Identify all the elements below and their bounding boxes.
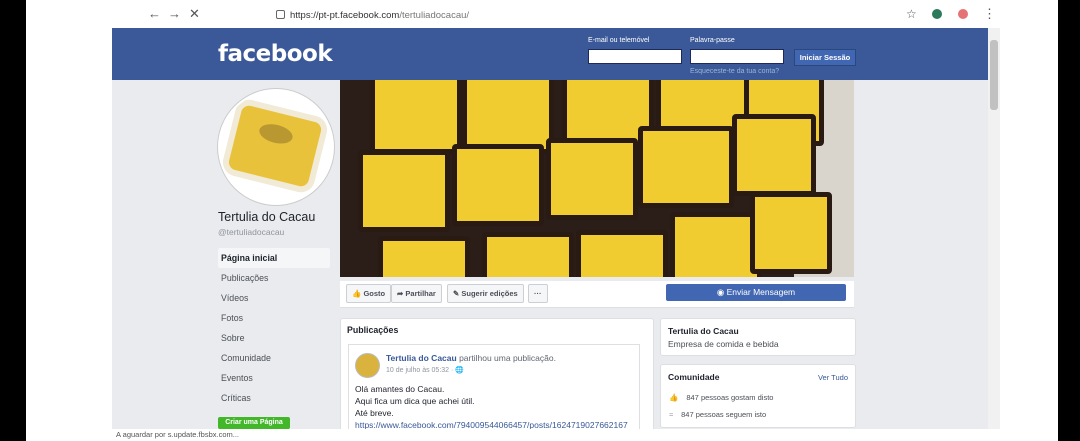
post-header: Tertulia do Cacau partilhou uma publicaç… <box>386 353 556 363</box>
globe-icon: 🌐 <box>455 367 464 374</box>
cake-square <box>370 80 462 154</box>
address-bar[interactable]: https://pt-pt.facebook.com/tertuliadocac… <box>290 10 469 21</box>
likes-count: 847 pessoas gostam disto <box>686 393 774 402</box>
cake-square <box>576 230 668 277</box>
menu-icon[interactable]: ⋮ <box>983 7 996 21</box>
post-verb: partilhou uma publicação. <box>459 353 556 363</box>
nav-item-photos[interactable]: Fotos <box>218 308 330 328</box>
cake-square <box>482 232 574 277</box>
follows-row: ≈847 pessoas seguem isto <box>669 410 766 419</box>
nav-item-events[interactable]: Eventos <box>218 368 330 388</box>
cake-square <box>750 192 832 274</box>
posts-title: Publicações <box>347 325 399 335</box>
url-main: https://pt-pt.facebook.com <box>290 10 400 21</box>
like-icon: 👍 <box>669 393 679 402</box>
cake-square <box>358 150 450 232</box>
see-all-link[interactable]: Ver Tudo <box>818 373 848 382</box>
url-path: /tertuliadocacau/ <box>399 10 470 21</box>
post: Tertulia do Cacau partilhou uma publicaç… <box>348 344 640 431</box>
like-button[interactable]: 👍 Gosto <box>346 284 392 303</box>
cover-photo[interactable] <box>340 80 854 277</box>
nav-item-about[interactable]: Sobre <box>218 328 330 348</box>
post-body: Olá amantes do Cacau. Aqui fica um dica … <box>355 383 628 431</box>
share-button[interactable]: ➦ Partilhar <box>391 284 442 303</box>
cake-square <box>546 138 638 220</box>
post-author[interactable]: Tertulia do Cacau <box>386 353 457 363</box>
follows-count: 847 pessoas seguem isto <box>681 410 767 419</box>
post-line-1: Olá amantes do Cacau. <box>355 384 445 394</box>
community-title: Comunidade <box>668 372 720 382</box>
cake-square <box>462 80 554 154</box>
messenger-icon: ◉ <box>716 287 725 297</box>
send-message-label: Enviar Mensagem <box>726 287 796 297</box>
facebook-header: facebook E-mail ou telemóvel Palavra-pas… <box>112 28 988 80</box>
extension-icon[interactable] <box>932 9 942 19</box>
scrollbar-thumb[interactable] <box>990 40 998 110</box>
status-bar: A aguardar por s.update.fbsbx.com... <box>112 429 1000 441</box>
lock-icon <box>276 10 285 19</box>
scrollbar[interactable] <box>988 28 1000 441</box>
community-card: Comunidade Ver Tudo 👍 847 pessoas gostam … <box>660 364 856 428</box>
profile-icon[interactable] <box>958 9 968 19</box>
page-viewport: facebook E-mail ou telemóvel Palavra-pas… <box>112 28 988 431</box>
star-icon[interactable]: ☆ <box>906 7 917 21</box>
cake-square <box>638 126 734 208</box>
create-page-button[interactable]: Criar uma Página <box>218 417 290 429</box>
like-label: Gosto <box>363 289 386 298</box>
share-icon: ➦ <box>397 289 404 298</box>
nav-item-reviews[interactable]: Críticas <box>218 388 330 408</box>
suggest-edits-label: Sugerir edições <box>461 289 518 298</box>
nav-item-videos[interactable]: Vídeos <box>218 288 330 308</box>
facebook-logo[interactable]: facebook <box>218 41 333 67</box>
cake-square <box>452 144 544 226</box>
login-button[interactable]: Iniciar Sessão <box>794 49 856 66</box>
about-name[interactable]: Tertulia do Cacau <box>668 326 739 336</box>
more-button[interactable]: ··· <box>528 284 548 303</box>
like-icon: 👍 <box>352 289 362 298</box>
page-action-bar: 👍 Gosto ➦ Partilhar ✎ Sugerir edições ··… <box>340 281 854 308</box>
avatar[interactable] <box>218 89 334 205</box>
send-message-button[interactable]: ◉ Enviar Mensagem <box>666 284 846 301</box>
browser-toolbar: ← → ✕ https://pt-pt.facebook.com/tertuli… <box>112 0 1000 29</box>
page-name[interactable]: Tertulia do Cacau <box>218 210 315 224</box>
cake-square <box>732 114 816 196</box>
password-field[interactable] <box>690 49 784 64</box>
close-icon[interactable]: ✕ <box>189 7 200 21</box>
posts-card: Publicações Tertulia do Cacau partilhou … <box>340 318 654 431</box>
email-label: E-mail ou telemóvel <box>588 37 650 44</box>
post-line-3: Até breve. <box>355 408 394 418</box>
status-text: A aguardar por s.update.fbsbx.com... <box>116 430 239 439</box>
post-date[interactable]: 10 de julho às 05:32 · 🌐 <box>386 366 464 374</box>
cake-square <box>378 236 470 277</box>
page-nav: Página inicial Publicações Vídeos Fotos … <box>218 248 330 408</box>
cake-square <box>670 212 762 277</box>
page-handle[interactable]: @tertuliadocacau <box>218 227 284 237</box>
likes-row: 👍 847 pessoas gostam disto <box>669 393 773 402</box>
nav-item-community[interactable]: Comunidade <box>218 348 330 368</box>
nav-item-home[interactable]: Página inicial <box>218 248 330 268</box>
email-field[interactable] <box>588 49 682 64</box>
forward-icon[interactable]: → <box>168 7 181 21</box>
forgot-account-link[interactable]: Esqueceste-te da tua conta? <box>690 68 779 75</box>
browser-window: ← → ✕ https://pt-pt.facebook.com/tertuli… <box>26 0 1058 441</box>
suggest-edits-button[interactable]: ✎ Sugerir edições <box>447 284 524 303</box>
post-line-2: Aqui fica um dica que achei útil. <box>355 396 475 406</box>
post-date-text: 10 de julho às 05:32 · <box>386 367 456 374</box>
avatar-cake-image <box>227 104 323 188</box>
rss-icon: ≈ <box>669 410 674 419</box>
password-label: Palavra-passe <box>690 37 735 44</box>
post-avatar[interactable] <box>355 353 380 378</box>
about-category[interactable]: Empresa de comida e bebida <box>668 339 779 349</box>
edit-icon: ✎ <box>453 289 460 298</box>
back-icon[interactable]: ← <box>148 7 161 21</box>
nav-item-posts[interactable]: Publicações <box>218 268 330 288</box>
share-label: Partilhar <box>405 289 436 298</box>
about-card: Tertulia do Cacau Empresa de comida e be… <box>660 318 856 356</box>
